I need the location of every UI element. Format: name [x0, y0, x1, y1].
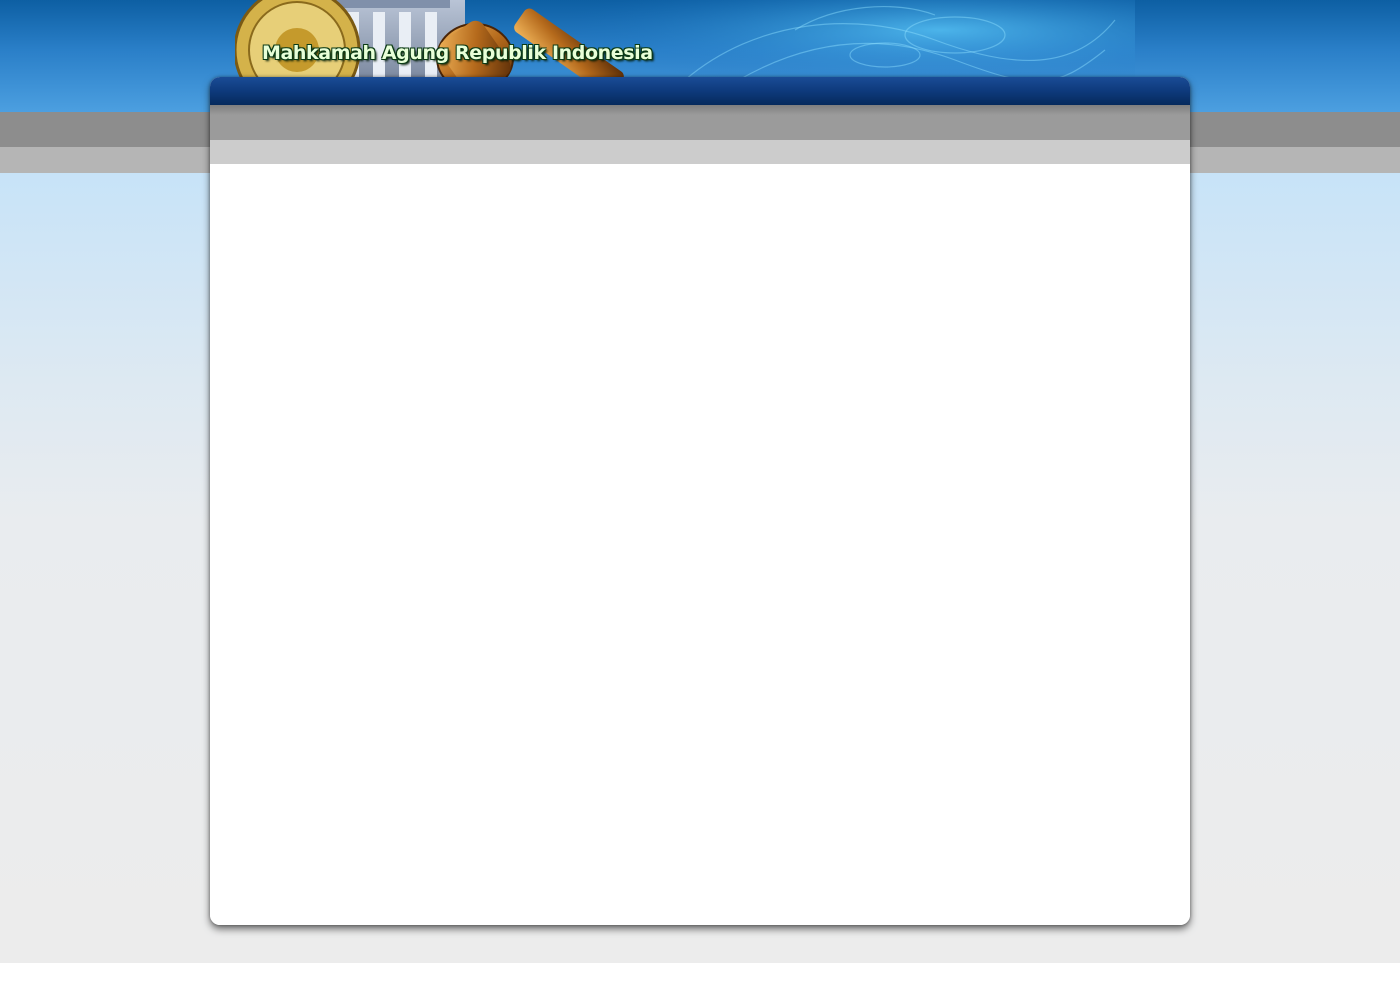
main-navigation-bar — [210, 77, 1190, 105]
sub-navigation-bar — [210, 105, 1190, 140]
content-area — [210, 164, 1190, 925]
footer — [0, 963, 1400, 1000]
site-title: Mahkamah Agung Republik Indonesia — [262, 42, 653, 64]
main-panel — [210, 77, 1190, 925]
breadcrumb-bar — [210, 140, 1190, 164]
